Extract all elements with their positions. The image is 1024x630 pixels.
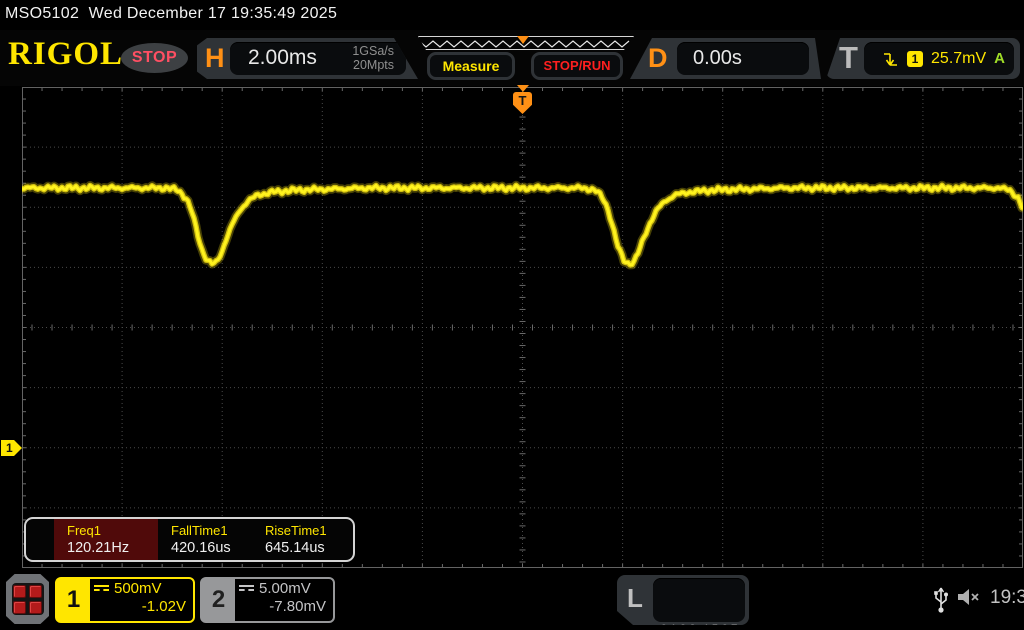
usb-icon: [934, 587, 948, 613]
channel1-offset: -1.02V: [141, 598, 186, 615]
dc-coupling-icon: [239, 584, 254, 593]
channel1-scale: 500mV: [114, 580, 162, 597]
measure-button[interactable]: Measure: [427, 52, 515, 80]
channel2-scale: 5.00mV: [259, 580, 311, 597]
acquisition-info: 1GSa/s 20Mpts: [352, 44, 394, 72]
measurement-value: 420.16us: [171, 540, 231, 556]
measurement-label: Freq1: [67, 523, 101, 538]
logic-row1: 0 1 2 3 4 5 6 7: [660, 624, 738, 630]
channel2-tab: 2: [202, 579, 235, 621]
channel1-tab: 1: [57, 579, 90, 621]
logic-label: L: [627, 583, 643, 613]
header-bar: RIGOL STOP H 2.00ms 1GSa/s 20Mpts Measur…: [0, 30, 1024, 86]
memory-depth: 20Mpts: [353, 58, 394, 72]
delay-widget[interactable]: D 0.00s: [630, 38, 821, 79]
trigger-level-value: 25.7mV: [931, 49, 987, 67]
delay-panel: 0.00s: [677, 42, 809, 75]
grid-icon: [11, 583, 44, 615]
waveform-display: [22, 87, 1023, 568]
measurement-value: 120.21Hz: [67, 540, 130, 556]
timebase-value: 2.00ms: [248, 46, 317, 69]
measurement-freq1[interactable]: Freq1 120.21Hz: [54, 519, 158, 560]
logic-channels-block[interactable]: L 0 1 2 3 4 5 6 7 8 9 1011 12131415: [617, 575, 749, 625]
trigger-widget[interactable]: T 1 25.7mV A: [826, 38, 1020, 79]
menu-grid-button[interactable]: [6, 574, 49, 624]
measurement-panel: Freq1 120.21Hz FallTime1 420.16us RiseTi…: [24, 517, 355, 562]
overview-position-marker[interactable]: [517, 36, 529, 44]
trigger-coupling: A: [994, 50, 1005, 67]
channel2-status-block[interactable]: 2 5.00mV -7.80mV: [200, 577, 335, 623]
horizontal-timebase-widget[interactable]: H 2.00ms 1GSa/s 20Mpts: [197, 38, 418, 79]
trigger-label: T: [839, 40, 858, 75]
stop-run-button[interactable]: STOP/RUN: [531, 52, 623, 80]
channel1-ground-marker[interactable]: 1: [1, 440, 22, 456]
trigger-panel: 1 25.7mV A: [864, 42, 1014, 75]
run-state-indicator: STOP: [121, 43, 188, 73]
channel2-offset: -7.80mV: [269, 598, 326, 615]
measurement-falltime1[interactable]: FallTime1 420.16us: [158, 519, 252, 560]
measurement-risetime1[interactable]: RiseTime1 645.14us: [252, 519, 352, 560]
title-bar: MSO5102 Wed December 17 19:35:49 2025: [5, 5, 338, 22]
clock-time: 19:35: [990, 587, 1024, 608]
rigol-logo: RIGOL: [8, 36, 124, 72]
horizontal-label: H: [205, 43, 225, 73]
delay-label: D: [648, 43, 668, 73]
trigger-source-badge: 1: [907, 50, 924, 67]
measurement-label: FallTime1: [171, 523, 228, 538]
sample-rate: 1GSa/s: [352, 44, 394, 58]
speaker-muted-icon: [958, 589, 979, 605]
measurement-value: 645.14us: [265, 540, 325, 556]
dc-coupling-icon: [94, 584, 109, 593]
trigger-position-arrow[interactable]: [517, 85, 529, 92]
measurement-label: RiseTime1: [265, 523, 327, 538]
timebase-panel: 2.00ms 1GSa/s 20Mpts: [230, 42, 406, 75]
channel1-trace: [22, 180, 1023, 270]
channel1-status-block[interactable]: 1 500mV -1.02V: [55, 577, 195, 623]
logic-channel-list: 0 1 2 3 4 5 6 7 8 9 1011 12131415: [653, 578, 745, 625]
delay-value: 0.00s: [693, 47, 742, 69]
falling-edge-icon: [884, 52, 898, 66]
